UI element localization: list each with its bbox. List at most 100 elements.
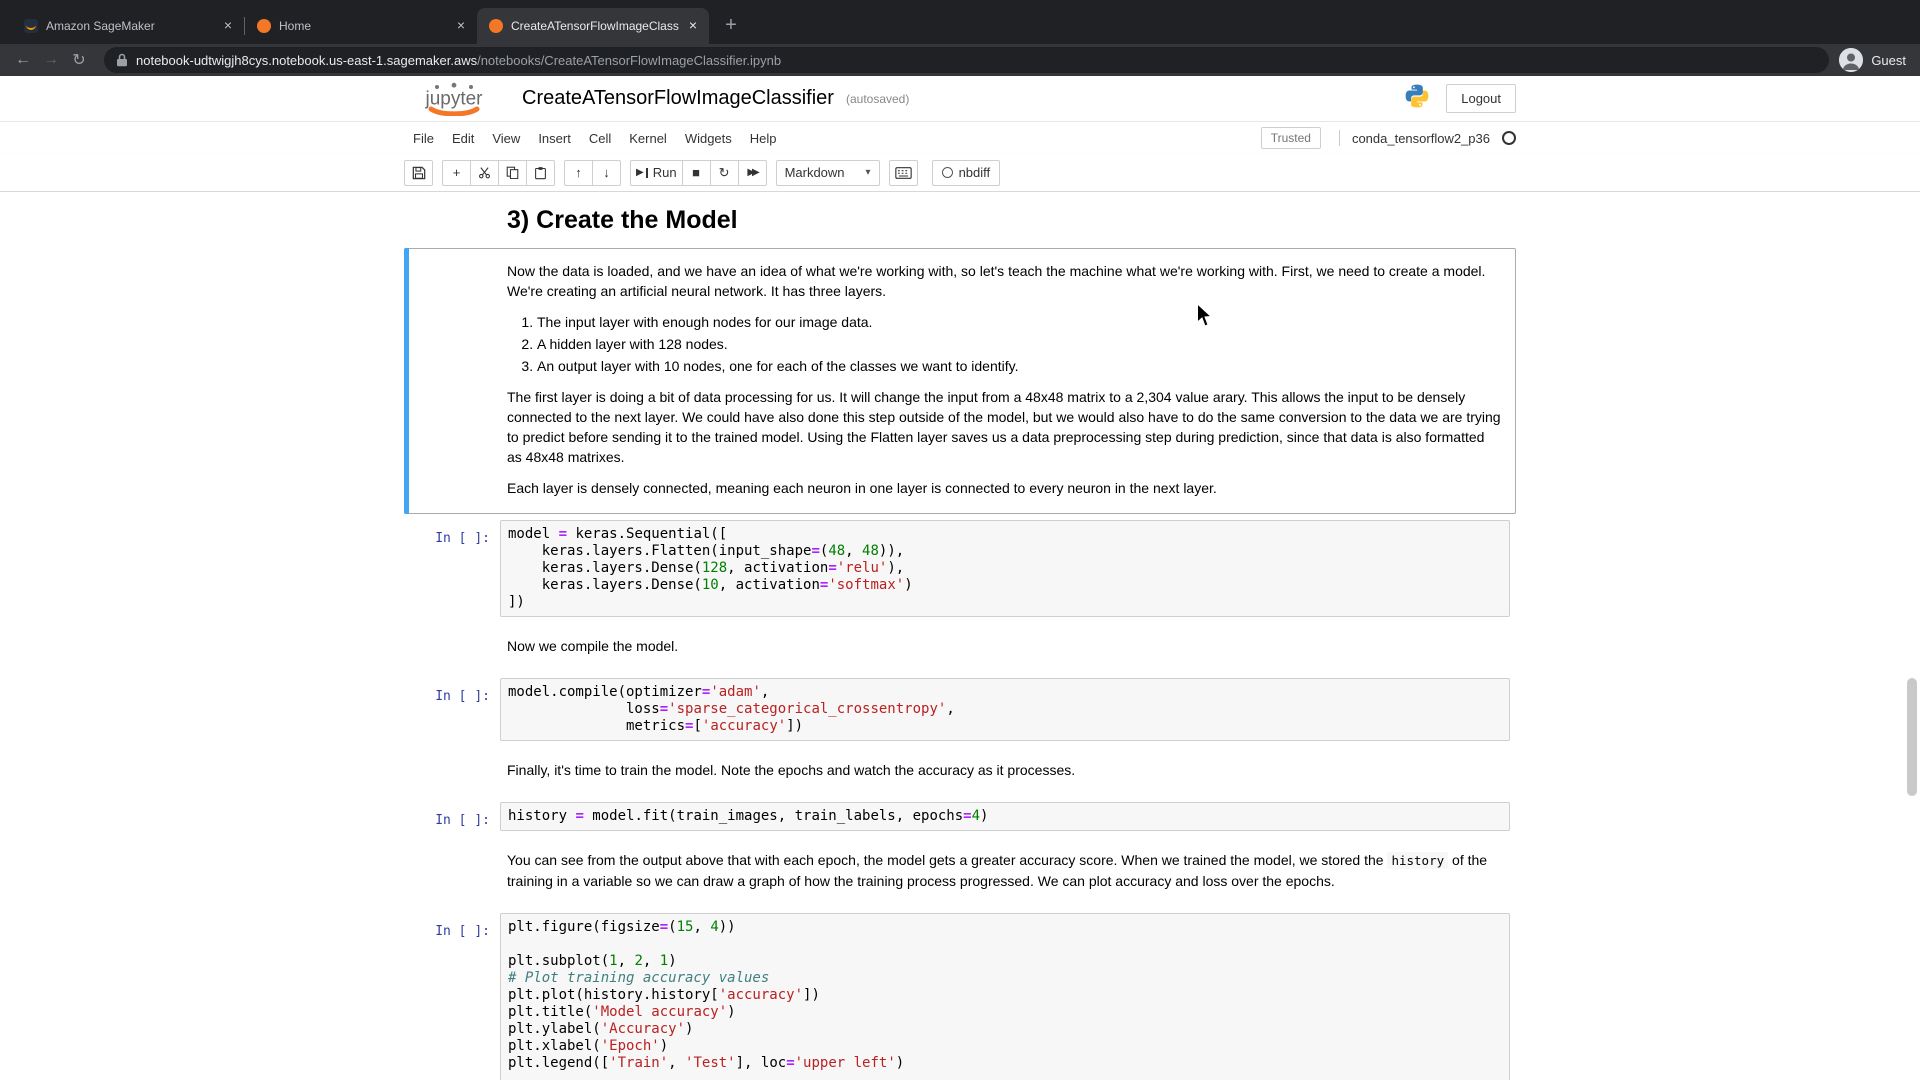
kernel-name: conda_tensorflow2_p36: [1352, 131, 1490, 146]
cell-prompt: [410, 200, 500, 242]
markdown-cell[interactable]: Now we compile the model.: [404, 623, 1516, 672]
markdown-render: Now we compile the model.: [500, 629, 1510, 666]
code-line: keras.layers.Dense(128, activation='relu…: [508, 560, 1502, 577]
paragraph: Now the data is loaded, and we have an i…: [507, 261, 1503, 301]
jupyter-app: jupyter CreateATensorFlowImageClassifier…: [0, 76, 1920, 1080]
paragraph: Now we compile the model.: [507, 636, 1503, 656]
command-palette-button[interactable]: [889, 160, 918, 186]
code-cell[interactable]: In [ ]:model.compile(optimizer='adam', l…: [404, 672, 1516, 747]
scrollbar-thumb[interactable]: [1907, 678, 1917, 796]
interrupt-kernel-button[interactable]: ■: [682, 160, 711, 186]
browser-tab-sagemaker[interactable]: Amazon SageMaker ×: [12, 8, 244, 44]
section-heading: 3) Create the Model: [507, 207, 1503, 235]
tab-close-icon[interactable]: ×: [220, 18, 236, 34]
code-line: ]): [508, 594, 1502, 611]
markdown-render: You can see from the output above that w…: [500, 843, 1510, 901]
code-line: history = model.fit(train_images, train_…: [508, 808, 1502, 825]
cell-type-dropdown[interactable]: Markdown ▾: [776, 160, 880, 186]
dropdown-caret-icon: ▾: [866, 167, 871, 178]
menu-view[interactable]: View: [483, 131, 529, 146]
notebook-title[interactable]: CreateATensorFlowImageClassifier: [522, 87, 834, 110]
code-line: plt.subplot(1, 2, 1): [508, 953, 1502, 970]
markdown-cell[interactable]: Finally, it's time to train the model. N…: [404, 747, 1516, 796]
code-editor[interactable]: history = model.fit(train_images, train_…: [500, 802, 1510, 831]
code-line: plt.legend(['Train', 'Test'], loc='upper…: [508, 1055, 1502, 1072]
jupyter-logo[interactable]: jupyter: [404, 82, 504, 116]
code-cell[interactable]: In [ ]:plt.figure(figsize=(15, 4)) plt.s…: [404, 907, 1516, 1080]
copy-icon: [506, 166, 519, 179]
menu-help[interactable]: Help: [741, 131, 786, 146]
tab-close-icon[interactable]: ×: [453, 18, 469, 34]
logout-button[interactable]: Logout: [1446, 84, 1516, 113]
code-line: plt.ylabel('Accuracy'): [508, 1021, 1502, 1038]
restart-kernel-button[interactable]: ↻: [710, 160, 739, 186]
copy-cell-button[interactable]: [498, 160, 527, 186]
code-cell[interactable]: In [ ]:model = keras.Sequential([ keras.…: [404, 514, 1516, 623]
cell-prompt: [410, 753, 500, 790]
browser-nav-bar: ← → ↻ notebook-udtwigjh8cys.notebook.us-…: [0, 44, 1920, 76]
back-icon[interactable]: ←: [10, 47, 36, 73]
browser-tab-notebook-active[interactable]: CreateATensorFlowImageClass ×: [477, 8, 709, 44]
menu-divider: [1339, 130, 1340, 146]
python-logo-icon: [1404, 83, 1430, 114]
reload-icon[interactable]: ↻: [66, 47, 92, 73]
move-cell-down-button[interactable]: ↓: [592, 160, 621, 186]
code-cell[interactable]: In [ ]: history = model.fit(train_images,…: [404, 796, 1516, 837]
save-button[interactable]: [404, 160, 433, 186]
add-cell-button[interactable]: +: [442, 160, 471, 186]
menu-kernel[interactable]: Kernel: [620, 131, 676, 146]
jupyter-favicon: [257, 19, 271, 33]
menu-insert[interactable]: Insert: [529, 131, 580, 146]
markdown-cell[interactable]: You can see from the output above that w…: [404, 837, 1516, 907]
address-bar[interactable]: notebook-udtwigjh8cys.notebook.us-east-1…: [104, 47, 1829, 73]
paragraph: Finally, it's time to train the model. N…: [507, 760, 1503, 780]
cell-prompt: In [ ]:: [410, 802, 500, 831]
move-cell-up-button[interactable]: ↑: [564, 160, 593, 186]
notebook-scroll-area[interactable]: 3) Create the Model Now the data is loade…: [0, 192, 1920, 1080]
new-tab-button[interactable]: +: [717, 12, 745, 40]
restart-run-all-button[interactable]: ▶▶: [738, 160, 767, 186]
code-editor[interactable]: model = keras.Sequential([ keras.layers.…: [500, 520, 1510, 617]
url-domain: notebook-udtwigjh8cys.notebook.us-east-1…: [136, 53, 477, 68]
browser-profile[interactable]: Guest: [1839, 48, 1910, 72]
paste-cell-button[interactable]: [526, 160, 555, 186]
scissors-icon: [478, 166, 491, 179]
tab-close-icon[interactable]: ×: [685, 18, 701, 34]
code-line: plt.title('Model accuracy'): [508, 1004, 1502, 1021]
lock-icon: [116, 53, 128, 67]
ordered-list: The input layer with enough nodes for ou…: [507, 312, 1503, 376]
sagemaker-favicon: [24, 19, 38, 33]
forward-icon[interactable]: →: [38, 47, 64, 73]
trusted-badge[interactable]: Trusted: [1261, 127, 1321, 149]
cell-prompt: [410, 254, 500, 508]
code-editor[interactable]: model.compile(optimizer='adam', loss='sp…: [500, 678, 1510, 741]
menu-edit[interactable]: Edit: [443, 131, 483, 146]
cell-prompt: In [ ]:: [410, 678, 500, 741]
tab-title: CreateATensorFlowImageClass: [511, 19, 679, 33]
nbdiff-label: nbdiff: [959, 165, 991, 180]
nbdiff-button[interactable]: nbdiff: [932, 160, 1001, 186]
cut-cell-button[interactable]: [470, 160, 499, 186]
menu-file[interactable]: File: [404, 131, 443, 146]
url-path: /notebooks/CreateATensorFlowImageClassif…: [477, 53, 781, 68]
notebook-container: 3) Create the Model Now the data is loade…: [404, 192, 1516, 1080]
markdown-render: 3) Create the Model: [500, 200, 1510, 242]
cell-prompt: [410, 843, 500, 901]
markdown-cell[interactable]: 3) Create the Model: [404, 194, 1516, 248]
run-cell-button[interactable]: ▶ Run: [630, 160, 683, 186]
menu-widgets[interactable]: Widgets: [676, 131, 741, 146]
code-line: loss='sparse_categorical_crossentropy',: [508, 701, 1502, 718]
code-line: [508, 1072, 1502, 1080]
cell-prompt: [410, 629, 500, 666]
code-line: metrics=['accuracy']): [508, 718, 1502, 735]
paragraph: Each layer is densely connected, meaning…: [507, 478, 1503, 498]
save-icon: [412, 166, 426, 180]
cell-type-value: Markdown: [785, 165, 845, 180]
browser-tab-home[interactable]: Home ×: [245, 8, 477, 44]
code-editor[interactable]: plt.figure(figsize=(15, 4)) plt.subplot(…: [500, 913, 1510, 1080]
run-icon-bar: [646, 168, 648, 178]
list-item: An output layer with 10 nodes, one for e…: [537, 356, 1503, 376]
kernel-idle-indicator-icon: [1502, 131, 1516, 145]
menu-cell[interactable]: Cell: [580, 131, 620, 146]
markdown-cell[interactable]: Now the data is loaded, and we have an i…: [404, 248, 1516, 514]
